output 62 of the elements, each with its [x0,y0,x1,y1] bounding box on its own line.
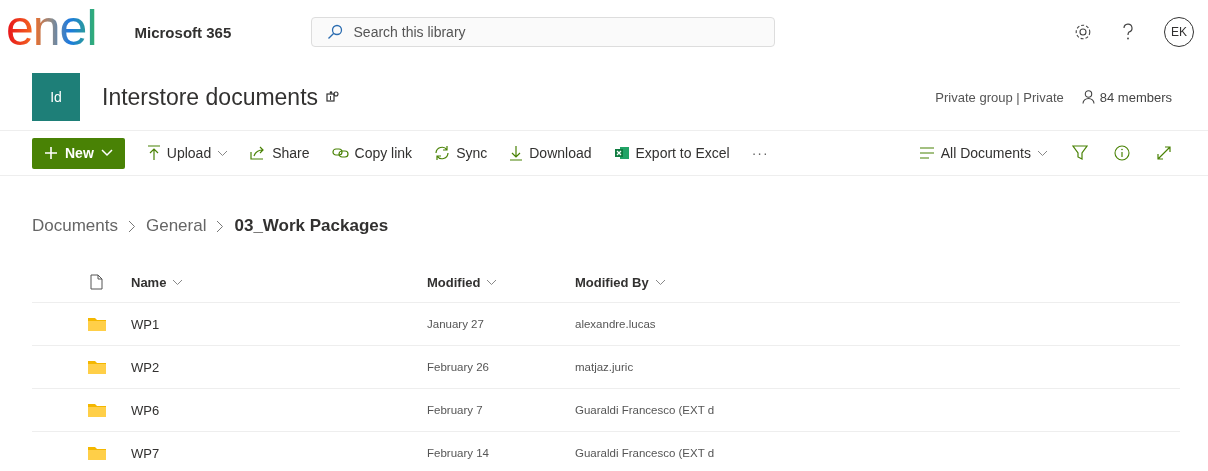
members-count: 84 members [1099,89,1172,105]
breadcrumb-link[interactable]: General [146,216,207,236]
modified-cell-text: January 27 [427,318,485,330]
caret-icon[interactable] [172,278,184,286]
toolbar-command[interactable]: Export to Excel [603,137,740,169]
breadcrumb-link[interactable]: Documents [32,216,118,236]
caret-icon [217,149,229,157]
column-header[interactable]: Modified By [575,274,649,290]
caret-icon [100,149,113,157]
column-header[interactable]: Modified [427,274,481,290]
folder-name[interactable]: WP6 [131,402,427,418]
info-icon[interactable] [1114,145,1130,161]
folder-icon [87,317,106,331]
toolbar-command[interactable]: Download [499,137,602,169]
folder-icon [87,403,106,417]
modified-cell-text: February 26 [427,361,490,373]
folder-name[interactable]: WP1 [131,316,427,332]
chevron-icon [216,219,225,233]
app-name: Microsoft 365 [134,23,233,41]
column-header[interactable]: Name [131,274,167,290]
folder-icon [87,360,106,374]
folder-name[interactable]: WP2 [131,359,427,375]
toolbar-command[interactable]: Copy link [321,137,423,169]
list-icon [918,147,935,159]
excel-icon [613,146,630,160]
download-icon [509,145,524,161]
toolbar-command[interactable]: Share [240,137,320,169]
caret-icon [1037,149,1048,157]
modified-by-cell-text: Guaraldi Francesco (EXT d [575,447,716,459]
teams-icon [326,91,340,103]
modified-by-cell-text: Guaraldi Francesco (EXT d [575,404,716,416]
site-badge: Id [32,73,80,121]
toolbar-command[interactable]: Upload [136,137,239,169]
view-selector[interactable]: All Documents [908,137,1058,169]
person-icon [1081,90,1095,104]
modified-by-cell-text: matjaz.juric [575,361,635,373]
new-button[interactable]: New [32,137,125,169]
filter-icon[interactable] [1072,145,1088,161]
link-icon [331,147,349,159]
site-title: Interstore documents [102,83,319,111]
settings-icon[interactable] [1074,23,1092,41]
breadcrumb-link[interactable]: 03_Work Packages [234,216,389,236]
help-icon[interactable] [1122,23,1134,41]
file-type-icon [90,274,103,290]
search-icon [326,24,343,40]
caret-icon[interactable] [486,278,498,286]
members-link[interactable]: 84 members [1081,89,1172,105]
upload-icon [146,145,161,161]
toolbar-command[interactable]: Sync [424,137,498,169]
privacy-label: Private group | Private [935,89,1064,105]
expand-icon[interactable] [1156,145,1172,161]
chevron-icon [128,219,136,233]
modified-by-cell-text: alexandre.lucas [575,318,657,330]
modified-cell-text: February 7 [427,404,484,416]
folder-icon [87,446,106,460]
caret-icon[interactable] [654,278,666,286]
sync-icon [434,145,451,161]
folder-name[interactable]: WP7 [131,445,427,461]
search-field[interactable]: Search this library [310,17,775,47]
plus-icon [44,146,58,160]
more-button[interactable]: ··· [741,137,779,169]
modified-cell-text: February 14 [427,447,490,459]
